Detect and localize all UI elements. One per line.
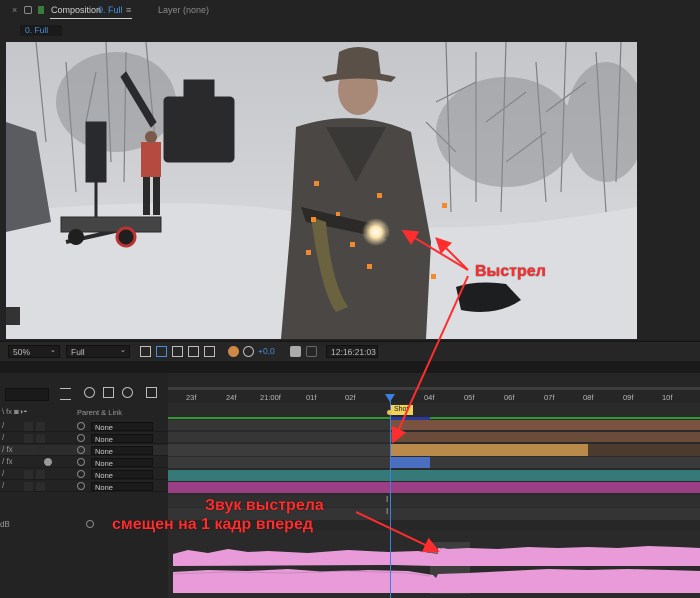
annotation-arrows: [355, 229, 469, 553]
annotation-sound-line2: смещен на 1 кадр вперед: [112, 516, 313, 533]
annotation-sound-line1: Звук выстрела: [205, 497, 324, 514]
arrow-to-timeline: [391, 275, 469, 444]
arrow-to-waveform: [355, 511, 440, 553]
annotation-shot: Выстрел: [475, 263, 546, 280]
arrow-to-flash: [401, 229, 469, 271]
